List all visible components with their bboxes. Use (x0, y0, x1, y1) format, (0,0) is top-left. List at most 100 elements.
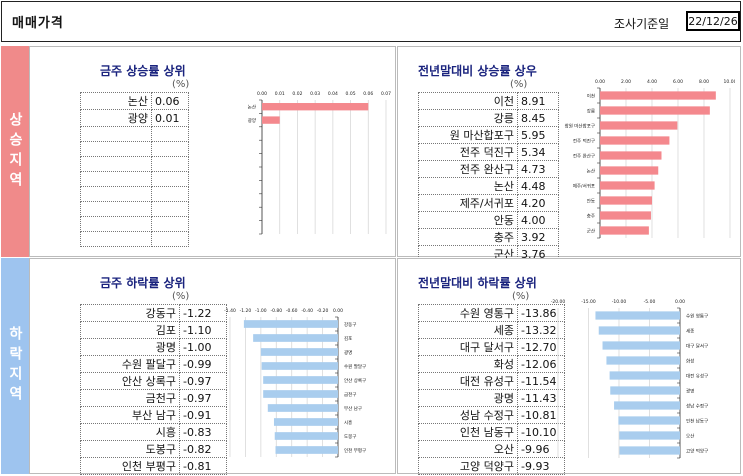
region-name: 이천 (418, 92, 518, 110)
rate-value: 0.01 (151, 109, 189, 127)
bar (619, 431, 680, 440)
table-row: 인천 남동구 -10.10 (418, 423, 565, 441)
table-row: 강릉 8.45 (418, 109, 559, 127)
bar (600, 226, 649, 235)
tick-label: 8.00 (699, 79, 709, 85)
category-label: 고양 덕양구 (686, 448, 708, 455)
rate-value (151, 126, 189, 142)
category-label: 논산 (587, 168, 595, 175)
region-name: 논산 (418, 177, 518, 195)
table-row: 대구 달서구 -12.70 (418, 338, 565, 356)
category-label: 대구 달서구 (686, 343, 708, 350)
table-row: 전주 완산구 4.73 (418, 160, 559, 178)
category-label: 부산 남구 (344, 405, 362, 412)
tick-label: -20.00 (551, 299, 566, 305)
yearly-down-unit: (%) (512, 291, 530, 302)
tick-label: -0.40 (301, 308, 313, 314)
category-label: 이천 (587, 93, 595, 100)
region-name: 김포 (80, 321, 180, 339)
region-name: 원 마산합포구 (418, 126, 518, 144)
tick-label: 0.07 (381, 91, 391, 97)
bar (261, 362, 338, 370)
bar (600, 196, 652, 205)
tick-label: 0.04 (328, 91, 338, 97)
region-name: 화성 (418, 355, 518, 373)
region-name: 도봉구 (80, 440, 180, 458)
region-name: 대구 달서구 (418, 338, 518, 356)
bar (619, 446, 680, 455)
category-label: 전주 완산구 (573, 153, 595, 160)
region-name (80, 216, 152, 232)
bar (606, 356, 680, 365)
table-row (80, 231, 189, 247)
rate-value (151, 186, 189, 202)
table-row: 금천구 -0.97 (80, 389, 227, 407)
category-label: 강릉 (587, 108, 595, 115)
bar (610, 386, 680, 395)
rate-value (151, 201, 189, 217)
table-row: 광양 0.01 (80, 109, 189, 127)
bar (243, 320, 338, 328)
region-name: 광명 (80, 338, 180, 356)
table-row: 광명 -11.43 (418, 389, 565, 407)
yearly-down-chart: -20.00 -15.00 -10.00 -5.00 0.00 수원 영통구세종대구 달서… (551, 299, 708, 459)
bar (600, 106, 710, 115)
weekly-up-title: 금주 상승률 상위 (100, 64, 186, 78)
tick-label: -1.40 (224, 308, 236, 314)
table-row: 화성 -12.06 (418, 355, 565, 373)
weekly-up-table: 논산 0.06 광양 0.01 (80, 92, 189, 247)
tick-label: 2.00 (621, 79, 631, 85)
table-row: 제주/서귀포 4.20 (418, 194, 559, 212)
region-name: 세종 (418, 321, 518, 339)
table-row: 대전 유성구 -11.54 (418, 372, 565, 390)
category-label: 인천 부평구 (344, 447, 366, 454)
bar (263, 390, 338, 398)
tick-label: 0.00 (595, 79, 605, 85)
region-name: 대전 유성구 (418, 372, 518, 390)
rate-value (151, 216, 189, 232)
region-name: 고양 덕양구 (418, 457, 518, 475)
region-name: 강동구 (80, 304, 180, 322)
table-row: 이천 8.91 (418, 92, 559, 110)
category-label: 오산 (686, 433, 694, 440)
tick-label: -1.00 (255, 308, 267, 314)
table-row (80, 126, 189, 142)
weekly-up-unit: (%) (172, 79, 190, 90)
table-row: 김포 -1.10 (80, 321, 227, 339)
tick-label: 4.00 (647, 79, 657, 85)
date-input[interactable]: 22/12/26 (686, 11, 740, 31)
table-row: 세종 -13.32 (418, 321, 565, 339)
table-row: 전주 덕진구 5.34 (418, 143, 559, 161)
tick-label: 0.02 (292, 91, 302, 97)
category-label: 세종 (686, 328, 694, 335)
category-label: 수원 영통구 (686, 313, 708, 320)
region-name (80, 201, 152, 217)
tick-label: 6.00 (673, 79, 683, 85)
category-label: 안동 (587, 198, 595, 205)
rise-section-label: 상승지역 (1, 46, 29, 257)
region-name: 충주 (418, 228, 518, 246)
region-name: 광양 (80, 109, 152, 127)
category-label: 시흥 (344, 419, 352, 426)
table-row: 광명 -1.00 (80, 338, 227, 356)
tick-label: 0.00 (675, 299, 685, 305)
category-label: 강동구 (344, 321, 356, 328)
table-row: 오산 -9.96 (418, 440, 565, 458)
bar (600, 121, 678, 130)
bar (609, 371, 680, 380)
table-row: 원 마산합포구 5.95 (418, 126, 559, 144)
tick-label: -0.20 (317, 308, 329, 314)
region-name: 성남 수정구 (418, 406, 518, 424)
region-name: 전주 완산구 (418, 160, 518, 178)
bar (618, 416, 680, 425)
table-row (80, 216, 189, 232)
page-title: 매매가격 (12, 16, 64, 31)
fall-section-label: 하락지역 (1, 258, 29, 474)
region-name: 인천 남동구 (418, 423, 518, 441)
tick-label: -0.60 (286, 308, 298, 314)
region-name: 제주/서귀포 (418, 194, 518, 212)
region-name: 부산 남구 (80, 406, 180, 424)
bar (262, 116, 280, 124)
category-label: 창원 마산합포구 (565, 123, 595, 130)
table-row: 충주 3.92 (418, 228, 559, 246)
